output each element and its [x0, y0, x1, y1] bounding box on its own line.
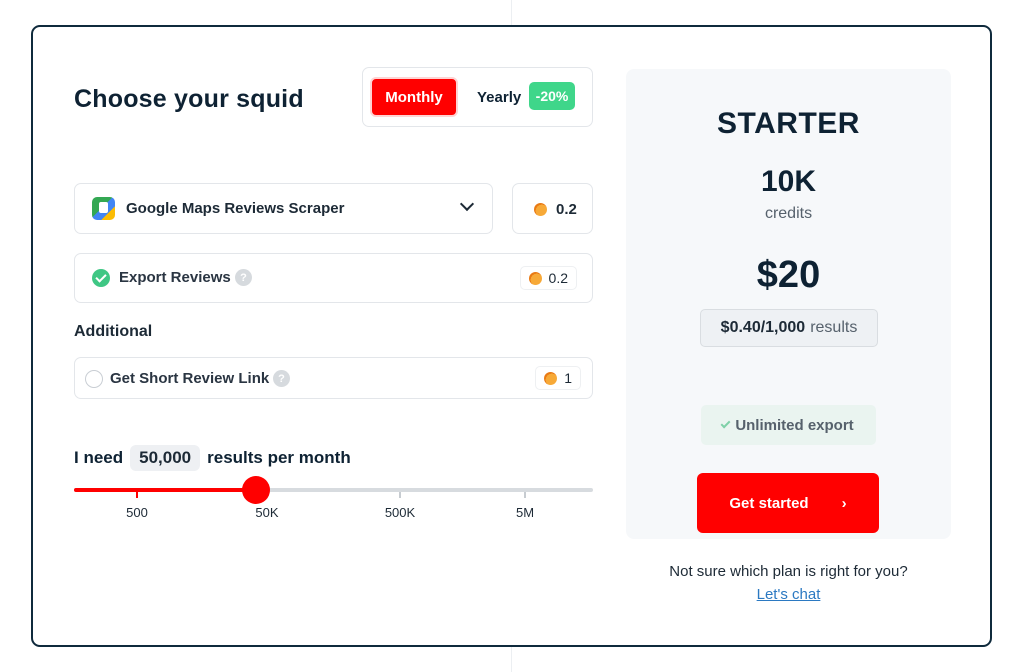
plan-credits: 10K	[760, 165, 817, 198]
export-cost-value: 0.2	[548, 270, 568, 286]
plan-panel: STARTER 10K credits $20 $0.40/1,000 resu…	[626, 69, 951, 539]
get-started-label: Get started	[729, 494, 809, 512]
lets-chat-link[interactable]: Let's chat	[626, 586, 951, 603]
slider-tick	[399, 492, 401, 498]
volume-slider[interactable]	[74, 476, 593, 504]
volume-value: 50,000	[130, 445, 201, 471]
slider-fill	[74, 488, 256, 492]
additional-heading: Additional	[74, 323, 153, 340]
short-link-cost-value: 1	[564, 370, 572, 386]
credit-coin-icon	[544, 371, 558, 385]
plan-name: STARTER	[717, 107, 860, 140]
scraper-select[interactable]: Google Maps Reviews Scraper	[74, 183, 493, 234]
export-cost: 0.2	[519, 266, 577, 290]
volume-suffix: results per month	[207, 448, 351, 467]
slider-tick-label: 50K	[255, 505, 279, 520]
scraper-cost: 0.2	[512, 183, 593, 234]
credit-coin-icon	[534, 203, 547, 216]
feature-badge: Unlimited export	[701, 405, 876, 445]
help-icon[interactable]: ?	[273, 370, 290, 387]
slider-tick-label: 500K	[384, 505, 416, 520]
slider-thumb[interactable]	[242, 476, 270, 504]
plan-price: $20	[756, 254, 821, 296]
plan-credits-label: credits	[764, 205, 813, 222]
help-question: Not sure which plan is right for you?	[669, 563, 908, 580]
volume-sentence: I need 50,000 results per month	[74, 445, 351, 471]
plan-unit-price-unit: results	[810, 319, 858, 336]
page-title: Choose your squid	[74, 85, 304, 113]
yearly-button[interactable]: Yearly	[477, 89, 521, 106]
volume-prefix: I need	[74, 448, 124, 467]
export-reviews-option[interactable]: Export Reviews ? 0.2	[74, 253, 593, 303]
discount-badge[interactable]: -20%	[529, 82, 575, 110]
unchecked-circle-icon[interactable]	[85, 370, 103, 388]
check-icon	[720, 418, 731, 429]
checked-circle-icon[interactable]	[92, 269, 110, 287]
plan-unit-price-value: $0.40/1,000	[720, 319, 806, 336]
scraper-select-value: Google Maps Reviews Scraper	[126, 200, 345, 217]
short-link-option[interactable]: Get Short Review Link ? 1	[74, 357, 593, 399]
google-maps-app-icon	[92, 197, 115, 220]
chevron-right-icon: ›	[841, 494, 847, 512]
slider-tick	[524, 492, 526, 498]
plan-unit-price: $0.40/1,000 results	[700, 309, 878, 347]
export-reviews-label: Export Reviews	[119, 269, 231, 286]
short-link-cost: 1	[535, 366, 581, 390]
slider-tick-label: 500	[126, 505, 148, 520]
slider-tick-label: 5M	[515, 505, 535, 520]
scraper-cost-value: 0.2	[556, 201, 577, 218]
pricing-card: Choose your squid Monthly Yearly -20% Go…	[31, 25, 992, 647]
slider-tick	[136, 492, 138, 498]
credit-coin-icon	[528, 271, 542, 285]
feature-label: Unlimited export	[735, 416, 854, 434]
help-icon[interactable]: ?	[235, 269, 252, 286]
get-started-button[interactable]: Get started ›	[697, 473, 879, 533]
short-link-label: Get Short Review Link	[110, 370, 270, 387]
chevron-down-icon	[459, 196, 475, 212]
monthly-button[interactable]: Monthly	[370, 77, 458, 117]
billing-toggle: Monthly Yearly -20%	[362, 67, 593, 127]
